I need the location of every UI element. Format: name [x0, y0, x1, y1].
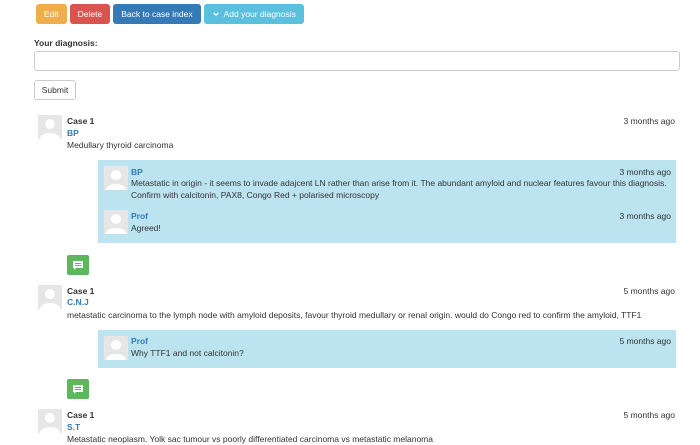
timestamp: 5 months ago [623, 410, 675, 420]
comment-author-link[interactable]: C.N.J [67, 297, 89, 307]
default-avatar-icon [38, 409, 62, 433]
default-avatar-icon [104, 336, 128, 360]
chevron-down-icon [212, 12, 219, 17]
comment-icon[interactable] [67, 379, 89, 399]
case-label: Case 1 [67, 286, 95, 296]
timestamp: 3 months ago [623, 116, 675, 126]
edit-button[interactable]: Edit [36, 4, 67, 24]
comment-text: Metastatic neoplasm. Yolk sac tumour vs … [67, 434, 433, 444]
comment-author-link[interactable]: S.T [67, 422, 80, 432]
toolbar: Edit Delete Back to case index Add your … [36, 4, 304, 24]
diagnosis-label: Your diagnosis: [34, 38, 98, 48]
comment-text: metastatic carcinoma to the lymph node w… [67, 310, 642, 320]
reply-text: Agreed! [131, 223, 161, 233]
reply-author-link[interactable]: Prof [131, 211, 148, 221]
replies-box: BP 3 months ago Metastatic in origin - i… [98, 160, 676, 243]
add-diagnosis-label: Add your diagnosis [223, 9, 296, 19]
delete-button[interactable]: Delete [69, 4, 111, 24]
back-to-case-index-button[interactable]: Back to case index [113, 4, 201, 24]
submit-button[interactable]: Submit [34, 80, 76, 100]
comment-text: Medullary thyroid carcinoma [67, 140, 174, 150]
case-label: Case 1 [67, 410, 95, 420]
replies-box: Prof 5 months ago Why TTF1 and not calci… [98, 330, 676, 368]
default-avatar-icon [38, 285, 62, 309]
reply-author-link[interactable]: Prof [131, 336, 148, 346]
reply-author-link[interactable]: BP [131, 167, 143, 177]
timestamp: 5 months ago [623, 286, 675, 296]
comment-author-link[interactable]: BP [67, 128, 79, 138]
timestamp: 3 months ago [619, 167, 671, 177]
reply-text: Why TTF1 and not calcitonin? [131, 348, 244, 358]
timestamp: 3 months ago [619, 211, 671, 221]
add-diagnosis-button[interactable]: Add your diagnosis [203, 4, 304, 24]
comment-icon[interactable] [67, 255, 89, 275]
default-avatar-icon [104, 210, 128, 234]
timestamp: 5 months ago [619, 336, 671, 346]
reply-text: Metastatic in origin - it seems to invad… [131, 178, 667, 200]
default-avatar-icon [38, 115, 62, 139]
default-avatar-icon [104, 166, 128, 190]
case-label: Case 1 [67, 116, 95, 126]
diagnosis-input[interactable] [34, 51, 680, 71]
